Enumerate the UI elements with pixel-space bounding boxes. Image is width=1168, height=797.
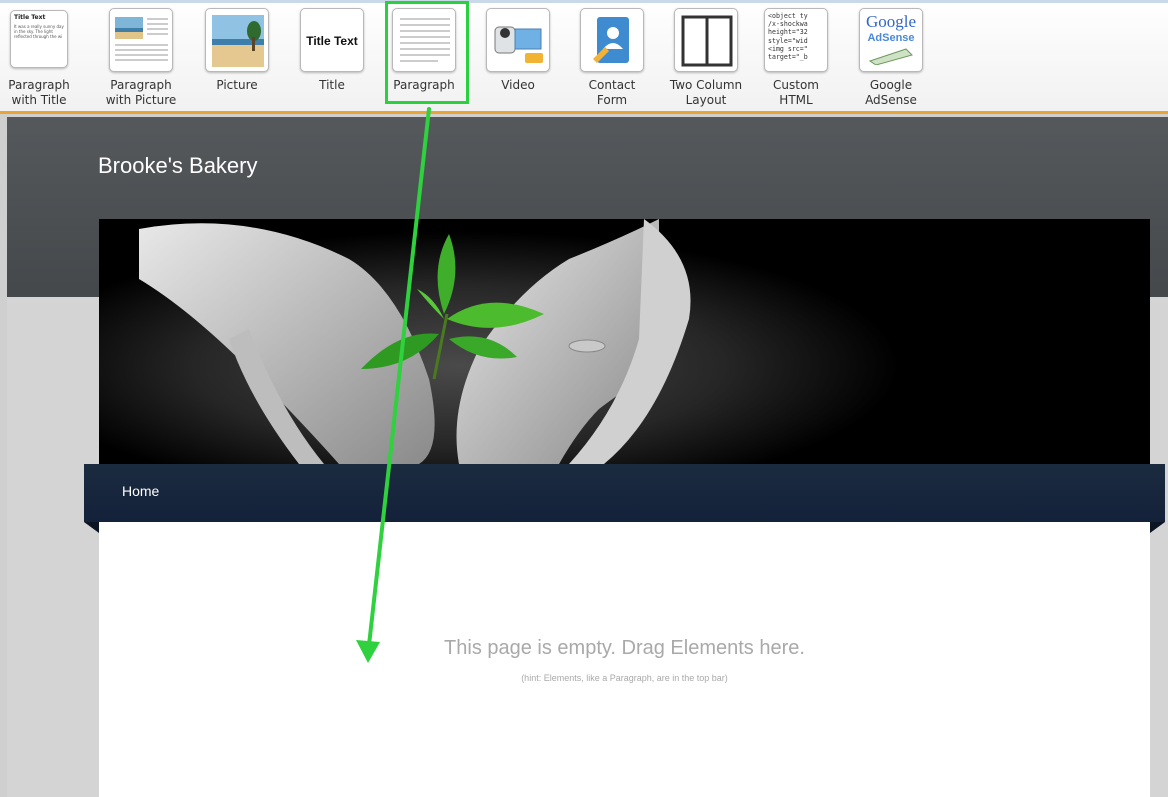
title-icon: Title Text [300,8,364,72]
tool-picture[interactable]: Picture [197,0,277,112]
nav-item-home[interactable]: Home [122,483,159,499]
tool-video[interactable]: Video [478,0,558,112]
empty-page-hint: (hint: Elements, like a Paragraph, are i… [521,673,728,683]
nav-bar [84,464,1165,522]
tool-label: Custom HTML [773,78,819,107]
tool-label: Two Column Layout [669,78,743,107]
tool-label: Paragraph with Picture [105,78,177,107]
google-adsense-icon: Google AdSense [859,8,923,72]
custom-html-icon: <object ty /x-shockwa height="32 style="… [764,8,828,72]
adsense-sub: AdSense [867,32,915,44]
picture-icon [205,8,269,72]
tool-custom-html[interactable]: <object ty /x-shockwa height="32 style="… [756,0,836,112]
tool-label: Paragraph with Title [8,78,70,107]
tool-label: Title [319,78,345,92]
paragraph-with-picture-icon [109,8,173,72]
tool-title[interactable]: Title Text Title [292,0,372,112]
nav-fold-left [84,522,99,533]
tool-paragraph-with-title[interactable]: Title Text It was a really sunny day in … [0,0,79,112]
empty-page-message: This page is empty. Drag Elements here. [444,637,805,659]
nav-fold-right [1150,522,1165,533]
tool-label: Google AdSense [865,78,917,107]
hero-image [99,219,1150,464]
tool-paragraph[interactable]: Paragraph [384,0,469,112]
adsense-brand: Google [865,12,917,31]
site-title[interactable]: Brooke's Bakery [98,153,258,179]
tool-label: Picture [216,78,258,92]
two-column-layout-icon [674,8,738,72]
video-camera-icon [486,8,550,72]
tool-two-column-layout[interactable]: Two Column Layout [666,0,746,112]
tool-contact-form[interactable]: Contact Form [572,0,652,112]
tool-label: Video [501,78,535,92]
tool-label: Contact Form [588,78,636,107]
paragraph-with-title-icon: Title Text It was a really sunny day in … [10,10,68,68]
tool-label: Paragraph [393,78,455,92]
contact-form-icon [580,8,644,72]
tool-paragraph-with-picture[interactable]: Paragraph with Picture [101,0,181,112]
tool-google-adsense[interactable]: Google AdSense Google AdSense [851,0,931,112]
element-toolbar: Title Text It was a really sunny day in … [0,0,1168,114]
paragraph-icon [392,8,456,72]
